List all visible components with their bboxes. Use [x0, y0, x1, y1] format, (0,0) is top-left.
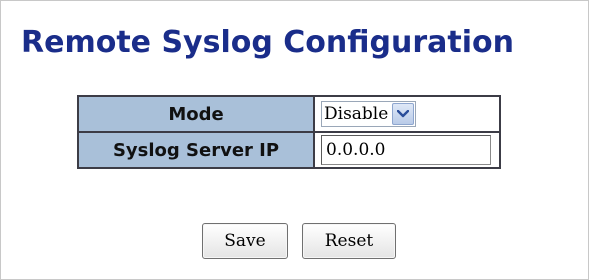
syslog-config-table: Mode Disable Syslog Server IP [77, 95, 501, 169]
reset-button[interactable]: Reset [302, 223, 396, 259]
mode-select[interactable]: Disable [321, 101, 417, 127]
server-ip-row: Syslog Server IP [79, 133, 499, 167]
save-button[interactable]: Save [202, 223, 288, 259]
mode-row: Mode Disable [79, 97, 499, 131]
server-ip-input[interactable] [321, 135, 491, 165]
mode-cell: Disable [315, 97, 499, 131]
mode-select-value: Disable [324, 104, 389, 124]
page-title: Remote Syslog Configuration [21, 25, 514, 60]
server-ip-label: Syslog Server IP [79, 133, 313, 167]
server-ip-cell [315, 133, 499, 167]
page-frame: Remote Syslog Configuration Mode Disable… [0, 0, 589, 280]
chevron-down-icon[interactable] [392, 103, 415, 125]
chevron-down-glyph [397, 110, 410, 118]
mode-label: Mode [79, 97, 313, 131]
